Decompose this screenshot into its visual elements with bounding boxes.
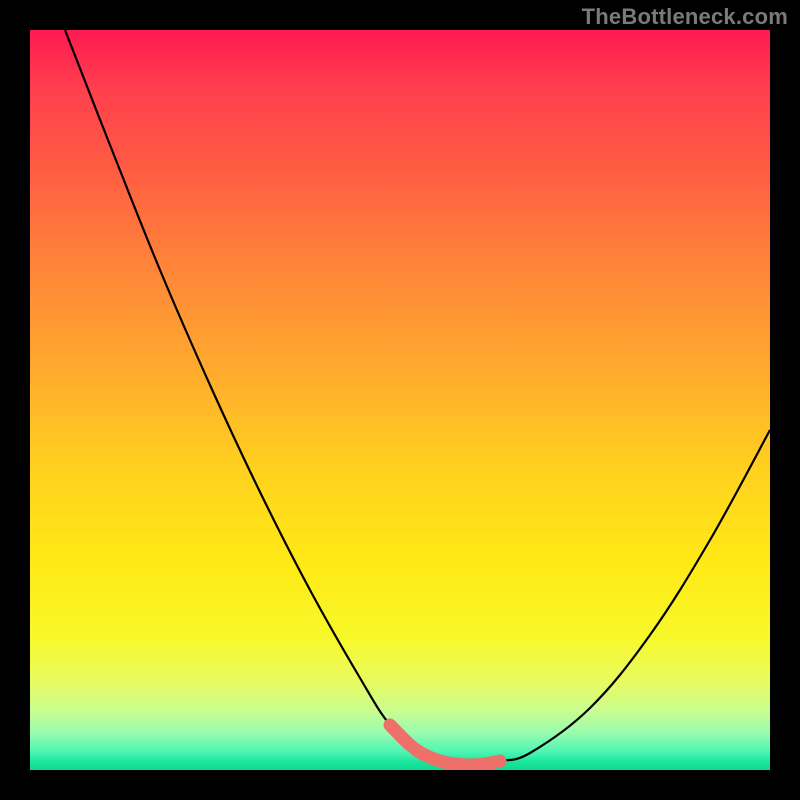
curve-svg [30,30,770,770]
plot-area [30,30,770,770]
chart-frame: TheBottleneck.com [0,0,800,800]
watermark-text: TheBottleneck.com [582,4,788,30]
highlight-segment [390,725,500,765]
main-curve [65,30,770,765]
